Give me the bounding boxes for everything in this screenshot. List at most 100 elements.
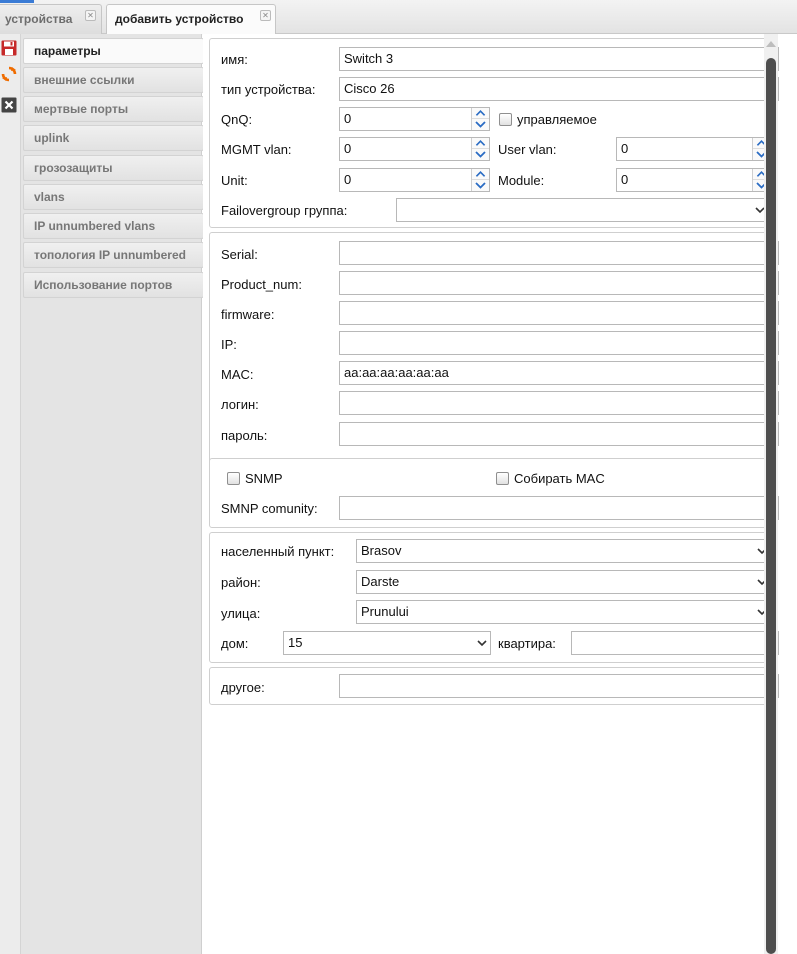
sidebar-item-ip-unnumbered-topology[interactable]: топология IP unnumbered [23, 242, 204, 268]
spin-up-icon[interactable] [472, 108, 489, 119]
mgmt-vlan-label: MGMT vlan: [221, 142, 292, 157]
snmp-community-input[interactable] [339, 496, 779, 520]
password-label: пароль: [221, 428, 268, 443]
tab-devices[interactable]: устройства ✕ [0, 4, 102, 34]
spin-down-icon[interactable] [472, 119, 489, 130]
product-num-input[interactable] [339, 271, 779, 295]
chevron-down-icon [475, 633, 489, 653]
vertical-scrollbar[interactable] [764, 34, 778, 954]
serial-label: Serial: [221, 247, 258, 262]
user-vlan-label: User vlan: [498, 142, 557, 157]
sidebar-item-ip-unnumbered-vlans[interactable]: IP unnumbered vlans [23, 213, 204, 239]
tab-add-device-label: добавить устройство [115, 12, 244, 26]
main-content: имя: Switch 3 тип устройства: Cisco 26 Q… [203, 34, 797, 954]
managed-label: управляемое [517, 112, 597, 127]
sidebar-item-dead-ports[interactable]: мертвые порты [23, 96, 204, 122]
district-select[interactable]: Darste [356, 570, 771, 594]
unit-stepper[interactable]: 0 [339, 168, 490, 192]
mac-label: MAC: [221, 367, 254, 382]
street-select[interactable]: Prunului [356, 600, 771, 624]
password-input[interactable] [339, 422, 779, 446]
user-vlan-value: 0 [621, 141, 629, 156]
street-label: улица: [221, 606, 261, 621]
locality-value: Brasov [361, 543, 402, 558]
spin-up-icon[interactable] [472, 169, 489, 180]
accent-strip [0, 0, 34, 3]
tab-close-icon[interactable]: ✕ [85, 10, 96, 21]
login-input[interactable] [339, 391, 779, 415]
serial-input[interactable] [339, 241, 779, 265]
scrollbar-thumb[interactable] [766, 58, 776, 954]
mgmt-vlan-stepper-buttons [471, 138, 489, 160]
unit-label: Unit: [221, 173, 248, 188]
device-type-select[interactable]: Cisco 26 [339, 77, 779, 101]
toolbar [0, 34, 21, 954]
tab-add-device[interactable]: добавить устройство ✕ [106, 4, 276, 35]
sidebar-item-surge-protection[interactable]: грозозащиты [23, 155, 204, 181]
spin-up-icon[interactable] [472, 138, 489, 149]
apartment-input[interactable] [571, 631, 779, 655]
house-select[interactable]: 15 [283, 631, 491, 655]
qnq-label: QnQ: [221, 112, 253, 127]
district-value: Darste [361, 574, 400, 589]
device-type-label: тип устройства: [221, 82, 316, 97]
street-value: Prunului [361, 604, 409, 619]
house-label: дом: [221, 636, 249, 651]
mgmt-vlan-stepper[interactable]: 0 [339, 137, 490, 161]
other-input[interactable] [339, 674, 779, 698]
module-value: 0 [621, 172, 629, 187]
panel-basic: имя: Switch 3 тип устройства: Cisco 26 Q… [209, 38, 779, 228]
unit-value: 0 [344, 172, 352, 187]
ip-label: IP: [221, 337, 237, 352]
district-label: район: [221, 575, 261, 590]
panel-other: другое: [209, 667, 779, 705]
failover-group-select[interactable] [396, 198, 769, 222]
sidebar-item-port-usage[interactable]: Использование портов [23, 272, 204, 298]
tab-close-icon[interactable]: ✕ [260, 10, 271, 21]
other-label: другое: [221, 680, 265, 695]
module-stepper[interactable]: 0 [616, 168, 771, 192]
login-label: логин: [221, 397, 259, 412]
user-vlan-stepper[interactable]: 0 [616, 137, 771, 161]
refresh-icon[interactable] [1, 66, 17, 82]
spin-down-icon[interactable] [472, 180, 489, 191]
mac-input[interactable]: aa:aa:aa:aa:aa:aa [339, 361, 779, 385]
apartment-label: квартира: [498, 636, 556, 651]
sidebar: параметры внешние ссылки мертвые порты u… [21, 34, 204, 954]
collect-mac-label: Собирать MAC [514, 471, 605, 486]
name-label: имя: [221, 52, 248, 67]
snmp-checkbox[interactable] [227, 472, 240, 485]
module-label: Module: [498, 173, 545, 188]
locality-select[interactable]: Brasov [356, 539, 771, 563]
panel-hardware: Serial: Product_num: firmware: IP: MAC: … [209, 232, 779, 487]
scroll-up-icon[interactable] [765, 38, 777, 48]
name-input[interactable]: Switch 3 [339, 47, 779, 71]
sidebar-item-external-links[interactable]: внешние ссылки [23, 67, 204, 93]
sidebar-item-parameters[interactable]: параметры [23, 38, 204, 64]
panel-snmp: SNMP Собирать MAC SMNP comunity: [209, 458, 779, 528]
failover-group-label: Failovergroup группа: [221, 203, 348, 218]
qnq-value: 0 [344, 111, 352, 126]
save-icon[interactable] [1, 40, 17, 56]
panel-address: населенный пункт: Brasov район: Darste у… [209, 532, 779, 663]
unit-stepper-buttons [471, 169, 489, 191]
managed-checkbox[interactable] [499, 113, 512, 126]
device-type-value: Cisco 26 [344, 81, 395, 96]
sidebar-item-vlans[interactable]: vlans [23, 184, 204, 210]
spin-down-icon[interactable] [472, 149, 489, 160]
sidebar-item-uplink[interactable]: uplink [23, 125, 204, 151]
firmware-input[interactable] [339, 301, 779, 325]
tab-bar: устройства ✕ добавить устройство ✕ [0, 0, 797, 35]
product-num-label: Product_num: [221, 277, 302, 292]
snmp-label: SNMP [245, 471, 283, 486]
locality-label: населенный пункт: [221, 544, 335, 559]
firmware-label: firmware: [221, 307, 275, 322]
mgmt-vlan-value: 0 [344, 141, 352, 156]
qnq-stepper[interactable]: 0 [339, 107, 490, 131]
qnq-stepper-buttons [471, 108, 489, 130]
ip-input[interactable] [339, 331, 779, 355]
house-value: 15 [288, 635, 303, 650]
collect-mac-checkbox[interactable] [496, 472, 509, 485]
tab-devices-label: устройства [5, 12, 73, 26]
close-icon[interactable] [1, 97, 17, 113]
